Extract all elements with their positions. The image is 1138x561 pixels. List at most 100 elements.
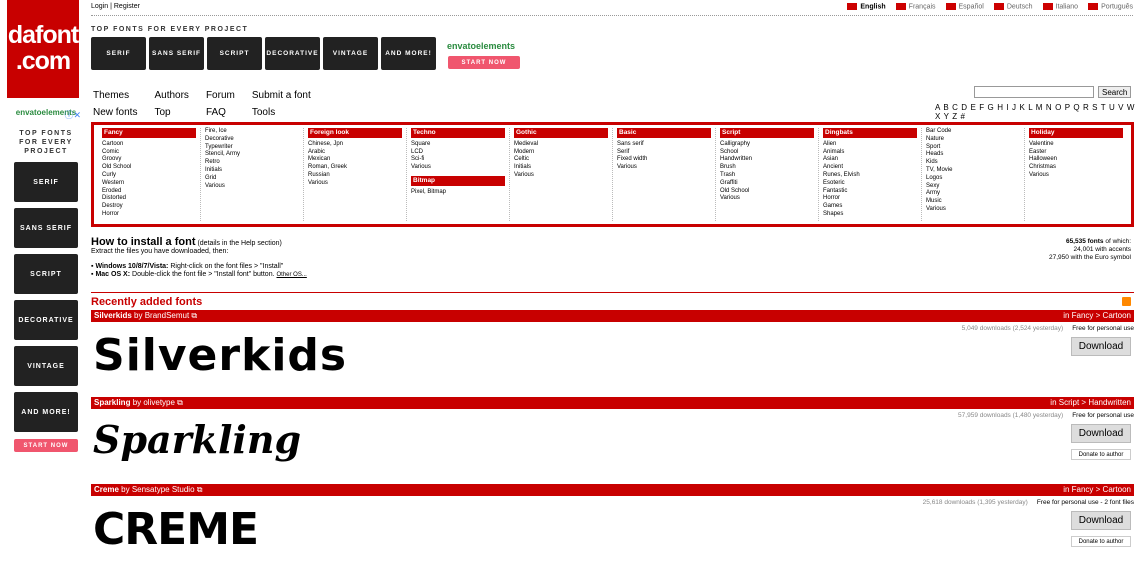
category-link[interactable]: Arabic: [308, 149, 402, 157]
category-link[interactable]: Sport: [926, 144, 1020, 152]
category-link[interactable]: Various: [926, 206, 1020, 214]
category-link[interactable]: Celtic: [514, 156, 608, 164]
category-link[interactable]: Halloween: [1029, 156, 1123, 164]
start-now-button[interactable]: START NOW: [14, 439, 78, 452]
category-link[interactable]: Various: [308, 180, 402, 188]
font-category[interactable]: in Fancy > Cartoon: [1063, 484, 1131, 496]
install-detail[interactable]: (details in the Help section): [197, 240, 281, 247]
category-link[interactable]: Easter: [1029, 149, 1123, 157]
lang-portuguese[interactable]: Português: [1088, 3, 1133, 10]
category-title[interactable]: Basic: [617, 128, 711, 138]
category-link[interactable]: Horror: [102, 211, 196, 219]
donate-button[interactable]: Donate to author: [1071, 449, 1131, 460]
category-link[interactable]: School: [720, 149, 814, 157]
category-link[interactable]: Old School: [102, 164, 196, 172]
category-link[interactable]: Modern: [514, 149, 608, 157]
category-link[interactable]: Various: [514, 172, 608, 180]
category-title[interactable]: Bitmap: [411, 175, 505, 186]
category-items[interactable]: Valentine Easter Halloween Christmas Various: [1029, 141, 1123, 180]
category-link[interactable]: Army: [926, 190, 1020, 198]
category-link[interactable]: Brush: [720, 164, 814, 172]
category-link[interactable]: Old School: [720, 188, 814, 196]
external-link-icon[interactable]: ⧉: [191, 311, 197, 320]
category-items[interactable]: Fire, Ice Decorative Typewriter Stencil, Ar…: [205, 128, 299, 190]
category-title[interactable]: Script: [720, 128, 814, 138]
category-items[interactable]: Bar Code Nature Sport Heads Kids TV, Movie Log…: [926, 128, 1020, 214]
category-link[interactable]: Games: [823, 203, 917, 211]
category-link[interactable]: Trash: [720, 172, 814, 180]
category-link[interactable]: Typewriter: [205, 144, 299, 152]
category-link[interactable]: Valentine: [1029, 141, 1123, 149]
category-title[interactable]: Techno: [411, 128, 505, 138]
nav-forum[interactable]: Forum: [206, 90, 235, 101]
category-link[interactable]: Grid: [205, 175, 299, 183]
category-link[interactable]: Various: [720, 195, 814, 203]
category-link[interactable]: Various: [617, 164, 711, 172]
category-link[interactable]: Shapes: [823, 211, 917, 219]
category-link[interactable]: Handwritten: [720, 156, 814, 164]
font-preview[interactable]: Silverkids: [93, 330, 347, 381]
category-items[interactable]: Chinese, Jpn Arabic Mexican Roman, Greek Rus…: [308, 141, 402, 188]
start-now-button[interactable]: START NOW: [448, 56, 520, 69]
category-link[interactable]: Retro: [205, 159, 299, 167]
nav-faq[interactable]: FAQ: [206, 107, 226, 118]
category-link[interactable]: Christmas: [1029, 164, 1123, 172]
category-items[interactable]: Calligraphy School Handwritten Brush Trash Gr…: [720, 141, 814, 203]
category-link[interactable]: LCD: [411, 149, 505, 157]
category-link[interactable]: Various: [205, 183, 299, 191]
nav-submit[interactable]: Submit a font: [252, 90, 311, 101]
category-items[interactable]: Alien Animals Asian Ancient Runes, Elvish Eso…: [823, 141, 917, 219]
category-items[interactable]: Pixel, Bitmap: [411, 189, 505, 197]
category-link[interactable]: Various: [1029, 172, 1123, 180]
nav-themes[interactable]: Themes: [93, 90, 129, 101]
category-link[interactable]: Esoteric: [823, 180, 917, 188]
category-title[interactable]: Fancy: [102, 128, 196, 138]
font-category[interactable]: in Script > Handwritten: [1050, 397, 1131, 409]
category-link[interactable]: Fixed width: [617, 156, 711, 164]
ad-tile[interactable]: SCRIPT: [207, 37, 262, 70]
category-items[interactable]: Square LCD Sci-fi Various: [411, 141, 505, 172]
category-link[interactable]: Horror: [823, 195, 917, 203]
category-link[interactable]: Mexican: [308, 156, 402, 164]
category-title[interactable]: Foreign look: [308, 128, 402, 138]
category-link[interactable]: Eroded: [102, 188, 196, 196]
font-category[interactable]: in Fancy > Cartoon: [1063, 310, 1131, 322]
ad-tile[interactable]: VINTAGE: [323, 37, 378, 70]
category-link[interactable]: Cartoon: [102, 141, 196, 149]
category-link[interactable]: Alien: [823, 141, 917, 149]
ad-tile[interactable]: AND MORE!: [14, 392, 78, 432]
lang-spanish[interactable]: Español: [945, 3, 984, 10]
search-button[interactable]: Search: [1098, 86, 1132, 98]
category-link[interactable]: Graffiti: [720, 180, 814, 188]
ad-tile[interactable]: DECORATIVE: [265, 37, 320, 70]
login-link[interactable]: Login: [91, 3, 108, 10]
category-link[interactable]: Roman, Greek: [308, 164, 402, 172]
category-link[interactable]: Stencil, Army: [205, 151, 299, 159]
side-ad[interactable]: envatoelements ⓘ✕ TOP FONTS FOR EVERY PR…: [11, 108, 81, 452]
font-author[interactable]: by BrandSemut: [134, 311, 189, 320]
ad-tile[interactable]: DECORATIVE: [14, 300, 78, 340]
ad-tile[interactable]: SERIF: [14, 162, 78, 202]
category-link[interactable]: Chinese, Jpn: [308, 141, 402, 149]
category-link[interactable]: Sans serif: [617, 141, 711, 149]
category-link[interactable]: Logos: [926, 175, 1020, 183]
site-logo[interactable]: dafont .com: [7, 0, 79, 98]
category-link[interactable]: Nature: [926, 136, 1020, 144]
ad-tile[interactable]: SANS SERIF: [14, 208, 78, 248]
category-items[interactable]: Sans serif Serif Fixed width Various: [617, 141, 711, 172]
category-link[interactable]: Initials: [514, 164, 608, 172]
ad-tile[interactable]: SANS SERIF: [149, 37, 204, 70]
category-link[interactable]: Bar Code: [926, 128, 1020, 136]
category-title[interactable]: Dingbats: [823, 128, 917, 138]
font-preview[interactable]: Sparkling: [93, 417, 301, 462]
category-link[interactable]: Square: [411, 141, 505, 149]
category-link[interactable]: Various: [411, 164, 505, 172]
donate-button[interactable]: Donate to author: [1071, 536, 1131, 547]
category-link[interactable]: Pixel, Bitmap: [411, 189, 505, 197]
lang-english[interactable]: English: [847, 3, 886, 10]
font-author[interactable]: by olivetype: [133, 398, 175, 407]
category-link[interactable]: Sexy: [926, 183, 1020, 191]
category-link[interactable]: Distorted: [102, 195, 196, 203]
category-link[interactable]: Russian: [308, 172, 402, 180]
ad-tile[interactable]: SCRIPT: [14, 254, 78, 294]
